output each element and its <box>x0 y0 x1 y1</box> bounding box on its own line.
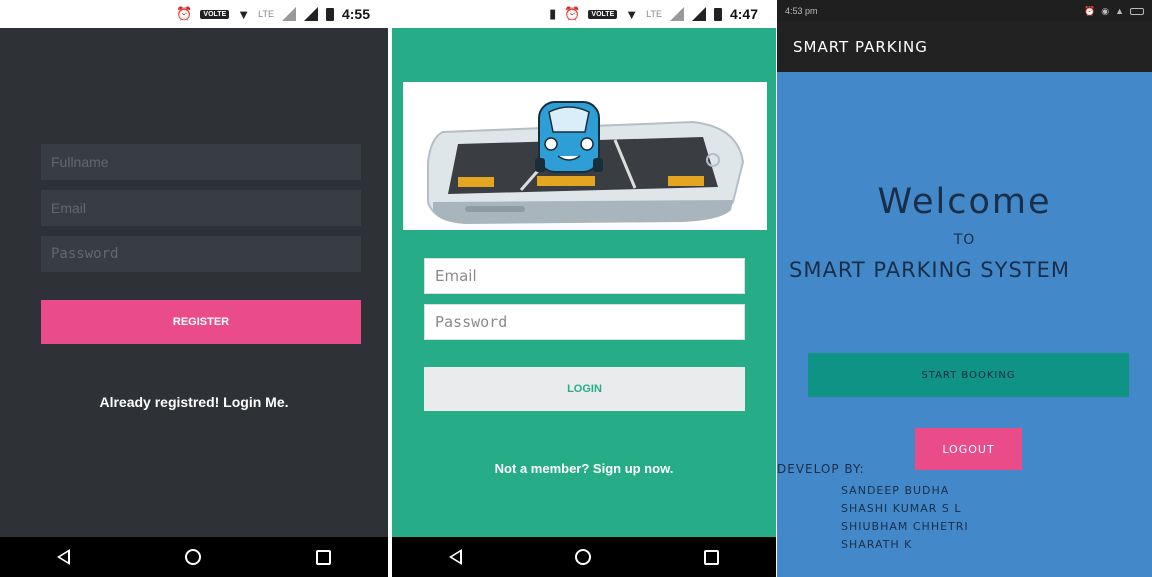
alarm-icon: ⏰ <box>564 6 581 21</box>
recents-icon[interactable] <box>704 549 720 565</box>
system-name: SMART PARKING SYSTEM <box>789 258 1070 282</box>
vibrate-icon: ▮ <box>549 6 557 21</box>
status-time: 4:55 <box>341 6 370 22</box>
status-bar: ▮ ⏰ VOLTE ▼ LTE 4:47 <box>392 0 776 28</box>
developers-title: DEVELOP BY: <box>777 462 865 476</box>
status-time: 4:47 <box>729 6 758 22</box>
back-icon[interactable] <box>448 549 462 565</box>
home-icon[interactable] <box>184 549 201 565</box>
battery-icon <box>325 7 334 21</box>
login-button[interactable]: LOGIN <box>424 367 745 411</box>
email-field[interactable]: Email <box>41 190 361 226</box>
battery-icon <box>1130 7 1144 15</box>
register-screen: ⏰ VOLTE ▼ LTE 4:55 Fullname Email Passwo… <box>0 0 388 577</box>
developer-name: SHIUBHAM CHHETRI <box>841 520 969 533</box>
status-bar: 4:53 pm ⏰ ◉ ▲ <box>777 0 1152 22</box>
login-link[interactable]: Already registred! Login Me. <box>0 394 388 410</box>
signal-icon <box>669 7 684 21</box>
nav-bar <box>0 537 388 577</box>
battery-icon <box>713 7 722 21</box>
developer-name: SHARATH K <box>841 538 913 551</box>
nav-bar <box>392 537 776 577</box>
alarm-icon: ⏰ <box>1084 5 1096 16</box>
signal-icon <box>281 7 296 21</box>
password-placeholder: Password <box>435 313 508 331</box>
volte-badge: VOLTE <box>200 9 230 19</box>
developer-name: SHASHI KUMAR S L <box>841 502 962 515</box>
signup-link[interactable]: Not a member? Sign up now. <box>392 461 776 476</box>
car-phone-illustration <box>403 82 767 230</box>
password-field[interactable]: Password <box>41 236 361 272</box>
back-icon[interactable] <box>57 549 71 565</box>
login-screen: ▮ ⏰ VOLTE ▼ LTE 4:47 Email Password LOGI… <box>392 0 776 577</box>
status-time: 4:53 pm <box>785 6 818 16</box>
fullname-field[interactable]: Fullname <box>41 144 361 180</box>
email-placeholder: Email <box>435 267 477 285</box>
signal-icon: ▲ <box>1115 6 1124 16</box>
signal-icon <box>303 7 318 21</box>
start-booking-button[interactable]: START BOOKING <box>808 353 1129 397</box>
recents-icon[interactable] <box>315 549 331 565</box>
password-field[interactable]: Password <box>424 304 745 340</box>
email-placeholder: Email <box>51 200 87 216</box>
welcome-to: TO <box>953 232 976 248</box>
lte-label: LTE <box>258 9 274 19</box>
welcome-heading: Welcome <box>877 182 1052 222</box>
email-field[interactable]: Email <box>424 258 745 294</box>
volte-badge: VOLTE <box>588 9 618 19</box>
wifi-icon: ▼ <box>625 6 639 22</box>
developer-name: SANDEEP BUDHA <box>841 484 950 497</box>
register-button[interactable]: REGISTER <box>41 300 361 344</box>
welcome-screen: 4:53 pm ⏰ ◉ ▲ SMART PARKING Welcome TO S… <box>777 0 1152 577</box>
wifi-icon: ◉ <box>1101 5 1110 16</box>
fullname-placeholder: Fullname <box>51 154 109 170</box>
password-placeholder: Password <box>51 246 119 262</box>
wifi-icon: ▼ <box>237 6 251 22</box>
lte-label: LTE <box>646 9 662 19</box>
logout-button[interactable]: LOGOUT <box>915 428 1022 470</box>
signal-icon <box>691 7 706 21</box>
home-icon[interactable] <box>574 549 591 565</box>
status-bar: ⏰ VOLTE ▼ LTE 4:55 <box>0 0 388 28</box>
app-title: SMART PARKING <box>777 22 1152 72</box>
alarm-icon: ⏰ <box>176 6 193 21</box>
